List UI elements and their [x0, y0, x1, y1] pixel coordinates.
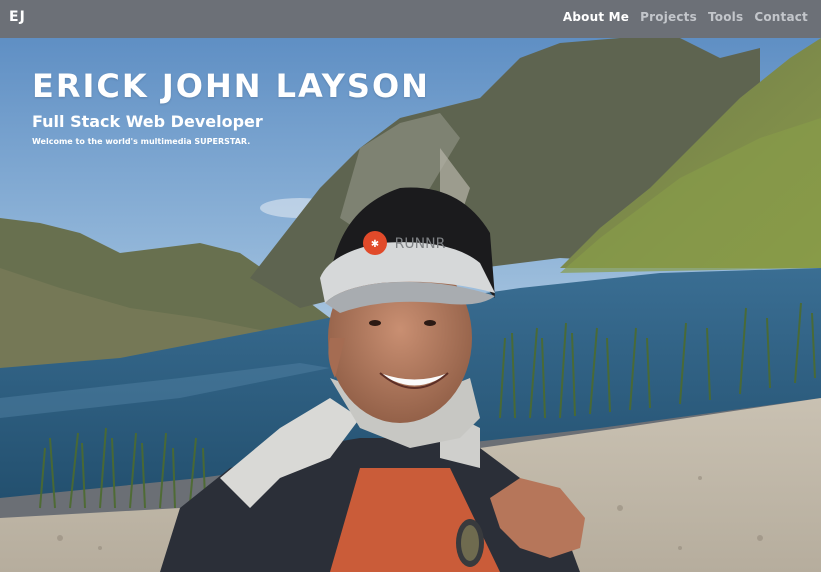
nav-link-projects[interactable]: Projects: [640, 10, 697, 24]
hero-title: ERICK JOHN LAYSON: [32, 67, 430, 105]
hero-tagline: Welcome to the world's multimedia SUPERS…: [32, 137, 251, 146]
navbar: EJ About Me Projects Tools Contact: [0, 0, 821, 38]
nav-links: About Me Projects Tools Contact: [563, 10, 808, 24]
page: EJ About Me Projects Tools Contact ✱ RUN…: [0, 0, 821, 572]
nav-link-about-me[interactable]: About Me: [563, 10, 629, 24]
hero-subtitle: Full Stack Web Developer: [32, 112, 263, 131]
cap-text: RUNNR: [395, 236, 446, 252]
nav-link-contact[interactable]: Contact: [754, 10, 808, 24]
svg-text:✱: ✱: [371, 239, 379, 250]
hero-section: ✱ RUNNR ERICK JOHN LAYSON Full Stack Web…: [0, 38, 821, 572]
hero-text: ERICK JOHN LAYSON Full Stack Web Develop…: [32, 68, 430, 147]
brand-logo-link[interactable]: EJ: [9, 9, 26, 25]
nav-link-tools[interactable]: Tools: [708, 10, 743, 24]
